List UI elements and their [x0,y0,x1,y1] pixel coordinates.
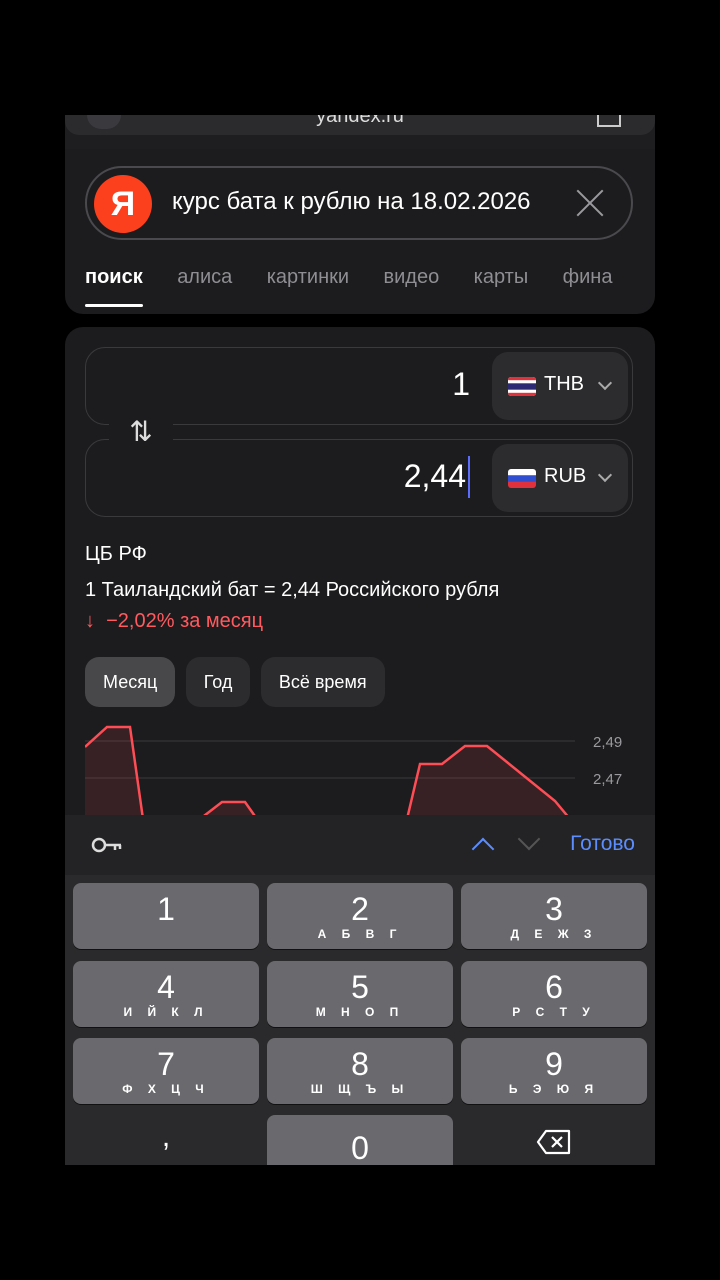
rate-text: 1 Таиландский бат = 2,44 Российского руб… [85,579,500,601]
search-input[interactable]: Я курс бата к рублю на 18.02.2026 [85,166,633,240]
to-currency-code: RUB [544,465,587,487]
russia-flag-icon [508,469,536,488]
key-digit: 1 [157,891,175,927]
numeric-keypad: 1 2А Б В Г 3Д Е Ж З 4И Й К Л 5М Н О П 6Р… [65,875,655,1165]
search-query[interactable]: курс бата к рублю на 18.02.2026 [172,188,531,216]
from-amount[interactable]: 1 [452,366,470,403]
from-currency-select[interactable]: THB [492,352,628,420]
tab-finance[interactable]: фина [563,266,613,289]
to-currency-select[interactable]: RUB [492,444,628,512]
keyboard-accessory-bar: Готово [65,815,655,875]
rate-change: ↓ −2,02% за месяц [85,610,263,633]
to-amount[interactable]: 2,44 [404,458,466,495]
key-digit: 7 [157,1046,175,1082]
key-3[interactable]: 3Д Е Ж З [461,883,647,949]
key-4[interactable]: 4И Й К Л [73,961,259,1027]
yandex-logo[interactable]: Я [94,175,152,233]
key-0[interactable]: 0 [267,1115,453,1165]
url-text[interactable]: yandex.ru [65,115,655,128]
key-letters: Ш Щ Ъ Ы [310,1082,410,1096]
y-tick-label-1: 2,49 [593,734,622,751]
clear-icon[interactable] [575,188,605,218]
arrow-down-icon: ↓ [85,610,95,632]
phone-screen: yandex.ru Я курс бата к рублю на 18.02.2… [65,115,655,1165]
key-letters: А Б В Г [317,927,403,941]
key-letters: И Й К Л [123,1005,209,1019]
key-digit: 2 [351,891,369,927]
text-cursor [468,456,470,498]
key-8[interactable]: 8Ш Щ Ъ Ы [267,1038,453,1104]
chevron-down-icon [597,467,613,483]
key-letters: Ь Э Ю Я [508,1082,600,1096]
key-letters: Д Е Ж З [510,927,598,941]
thailand-flag-icon [508,377,536,396]
key-digit: 8 [351,1046,369,1082]
search-header: Я курс бата к рублю на 18.02.2026 поиск … [65,149,655,314]
key-digit: 3 [545,891,563,927]
tab-alice[interactable]: алиса [177,266,232,289]
backspace-icon[interactable] [461,1129,647,1160]
tab-video[interactable]: видео [383,266,439,289]
search-tabs: поиск алиса картинки видео карты фина [85,266,642,307]
rate-source: ЦБ РФ [85,543,147,565]
key-digit: 5 [351,969,369,1005]
key-digit: 6 [545,969,563,1005]
key-2[interactable]: 2А Б В Г [267,883,453,949]
key-5[interactable]: 5М Н О П [267,961,453,1027]
key-1[interactable]: 1 [73,883,259,949]
period-selector: Месяц Год Всё время [85,657,391,707]
chevron-down-icon [597,375,613,391]
key-digit: 9 [545,1046,563,1082]
key-letters: Ф Х Ц Ч [122,1082,210,1096]
key-digit: 4 [157,969,175,1005]
share-icon[interactable] [597,115,621,127]
rate-chart: 2,49 2,47 [85,725,622,819]
key-6[interactable]: 6Р С Т У [461,961,647,1027]
chevron-up-icon[interactable] [471,837,495,861]
change-text: −2,02% за месяц [106,610,264,632]
browser-url-bar: yandex.ru [65,115,655,149]
period-month[interactable]: Месяц [85,657,176,707]
period-year[interactable]: Год [185,657,251,707]
tab-search[interactable]: поиск [85,266,143,307]
done-button[interactable]: Готово [570,832,635,856]
key-letters: М Н О П [315,1005,405,1019]
key-letters: Р С Т У [512,1005,596,1019]
key-9[interactable]: 9Ь Э Ю Я [461,1038,647,1104]
period-all-time[interactable]: Всё время [260,657,385,707]
from-currency-code: THB [544,373,584,395]
key-icon[interactable] [91,835,123,855]
key-comma[interactable]: , [73,1120,259,1154]
y-tick-label-2: 2,47 [593,771,622,788]
key-7[interactable]: 7Ф Х Ц Ч [73,1038,259,1104]
key-digit: 0 [351,1130,369,1165]
tab-maps[interactable]: карты [474,266,529,289]
chevron-down-icon[interactable] [517,827,541,851]
swap-icon[interactable]: ⇅ [109,407,173,457]
tab-images[interactable]: картинки [267,266,349,289]
